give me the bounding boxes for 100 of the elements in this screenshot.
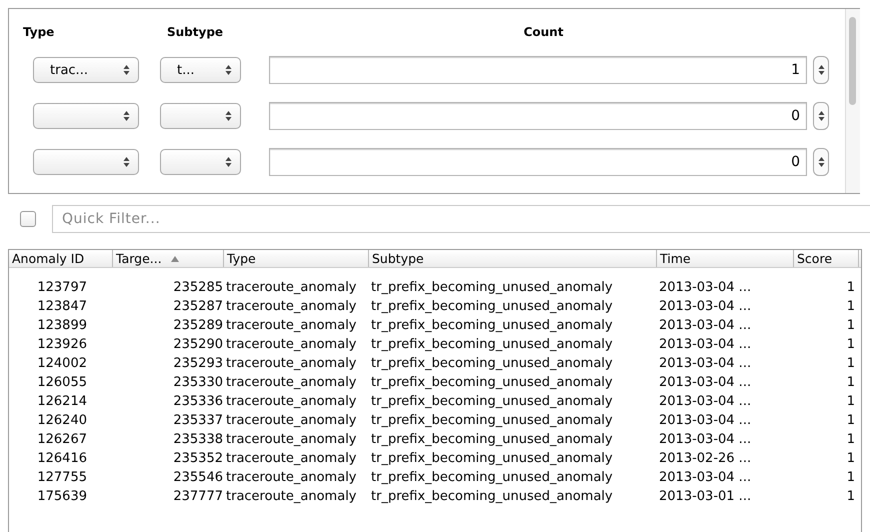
quick-filter-field[interactable]: Quick Filter... <box>52 205 870 233</box>
table-cell: tr_prefix_becoming_unused_anomaly <box>371 299 613 314</box>
table-cell: tr_prefix_becoming_unused_anomaly <box>371 489 613 504</box>
table-cell: tr_prefix_becoming_unused_anomaly <box>371 413 613 428</box>
count-field[interactable]: 0 <box>269 148 807 176</box>
table-cell: 126214 <box>37 394 87 409</box>
table-cell: tr_prefix_becoming_unused_anomaly <box>371 470 613 485</box>
table-cell: traceroute_anomaly <box>226 337 356 352</box>
table-cell: traceroute_anomaly <box>226 375 356 390</box>
stepper-arrows-icon <box>123 156 130 168</box>
stepper-arrows-icon <box>818 64 824 76</box>
column-header[interactable]: Score <box>794 250 859 267</box>
table-cell: 1 <box>846 470 855 485</box>
table-cell: 235287 <box>173 299 223 314</box>
table-cell: 235285 <box>173 280 223 295</box>
column-header[interactable]: Time <box>657 250 794 267</box>
type-dropdown[interactable] <box>33 103 139 129</box>
table-cell: traceroute_anomaly <box>226 489 356 504</box>
stepper[interactable] <box>813 102 829 130</box>
table-cell: 2013-03-04 ... <box>659 299 752 314</box>
table-cell: 1 <box>846 489 855 504</box>
table-cell: tr_prefix_becoming_unused_anomaly <box>371 280 613 295</box>
table-cell: traceroute_anomaly <box>226 451 356 466</box>
count-field[interactable]: 1 <box>269 56 807 84</box>
stepper-arrows-icon <box>123 64 130 76</box>
table-cell: tr_prefix_becoming_unused_anomaly <box>371 318 613 333</box>
table-cell: 235337 <box>173 413 223 428</box>
table-cell: 1 <box>846 280 855 295</box>
table-cell: traceroute_anomaly <box>226 356 356 371</box>
table-cell: 2013-03-04 ... <box>659 394 752 409</box>
table-cell: tr_prefix_becoming_unused_anomaly <box>371 375 613 390</box>
table-cell: tr_prefix_becoming_unused_anomaly <box>371 337 613 352</box>
stepper-arrows-icon <box>225 110 232 122</box>
column-header[interactable]: Type <box>224 250 369 267</box>
table-cell: 1 <box>846 451 855 466</box>
stepper[interactable] <box>813 148 829 176</box>
column-header: Subtype <box>167 25 224 41</box>
stepper-arrows-icon <box>123 110 130 122</box>
checkbox[interactable] <box>20 211 36 227</box>
table-cell: 123926 <box>37 337 87 352</box>
table-cell: 235336 <box>173 394 223 409</box>
table-cell: 237777 <box>173 489 223 504</box>
subtype-dropdown[interactable] <box>160 103 241 129</box>
table-cell: 2013-02-26 ... <box>659 451 752 466</box>
table-cell: traceroute_anomaly <box>226 318 356 333</box>
table-cell: 123847 <box>37 299 87 314</box>
table-cell: 235338 <box>173 432 223 447</box>
table-cell: 1 <box>846 299 855 314</box>
table-cell: 235289 <box>173 318 223 333</box>
table-cell: 2013-03-04 ... <box>659 375 752 390</box>
subtype-dropdown[interactable]: t... <box>160 57 241 83</box>
table-cell: traceroute_anomaly <box>226 432 356 447</box>
table-cell: tr_prefix_becoming_unused_anomaly <box>371 394 613 409</box>
table-cell: tr_prefix_becoming_unused_anomaly <box>371 432 613 447</box>
table-cell: 123797 <box>37 280 87 295</box>
table-cell: 2013-03-01 ... <box>659 489 752 504</box>
table-cell: traceroute_anomaly <box>226 280 356 295</box>
stepper-arrows-icon <box>225 64 232 76</box>
table-cell: 2013-03-04 ... <box>659 337 752 352</box>
column-header: Type <box>23 25 56 41</box>
table-cell: 126416 <box>37 451 87 466</box>
table-cell: traceroute_anomaly <box>226 299 356 314</box>
sort-ascending-icon <box>170 254 180 262</box>
table-cell: 175639 <box>37 489 87 504</box>
table-cell: 126240 <box>37 413 87 428</box>
column-header[interactable]: Subtype <box>369 250 657 267</box>
table-cell: 2013-03-04 ... <box>659 318 752 333</box>
table-cell: 2013-03-04 ... <box>659 432 752 447</box>
table-cell: 126267 <box>37 432 87 447</box>
count-field[interactable]: 0 <box>269 102 807 130</box>
table-cell: 1 <box>846 375 855 390</box>
table-cell: 235293 <box>173 356 223 371</box>
table-cell: traceroute_anomaly <box>226 413 356 428</box>
table-cell: 124002 <box>37 356 87 371</box>
stepper-arrows-icon <box>818 156 824 168</box>
table-cell: 1 <box>846 337 855 352</box>
table-cell: 235290 <box>173 337 223 352</box>
table-cell: 126055 <box>37 375 87 390</box>
type-dropdown[interactable] <box>33 149 139 175</box>
table-cell: 127755 <box>37 470 87 485</box>
table-cell: 235546 <box>173 470 223 485</box>
table-cell: 123899 <box>37 318 87 333</box>
table-cell: traceroute_anomaly <box>226 394 356 409</box>
table-cell: 235330 <box>173 375 223 390</box>
subtype-dropdown[interactable] <box>160 149 241 175</box>
stepper-arrows-icon <box>225 156 232 168</box>
table-cell: tr_prefix_becoming_unused_anomaly <box>371 356 613 371</box>
scrollbar-thumb[interactable] <box>849 17 856 105</box>
table-cell: 1 <box>846 356 855 371</box>
column-header[interactable]: Targe... <box>113 250 224 267</box>
table-cell: 2013-03-04 ... <box>659 470 752 485</box>
table-cell: 1 <box>846 432 855 447</box>
table-cell: 2013-03-04 ... <box>659 356 752 371</box>
table-cell: 2013-03-04 ... <box>659 413 752 428</box>
column-header: Count <box>524 25 564 39</box>
table-cell: 1 <box>846 413 855 428</box>
stepper[interactable] <box>813 56 829 84</box>
column-header[interactable]: Anomaly ID <box>9 250 113 267</box>
table-cell: 1 <box>846 394 855 409</box>
type-dropdown[interactable]: trac... <box>33 57 139 83</box>
